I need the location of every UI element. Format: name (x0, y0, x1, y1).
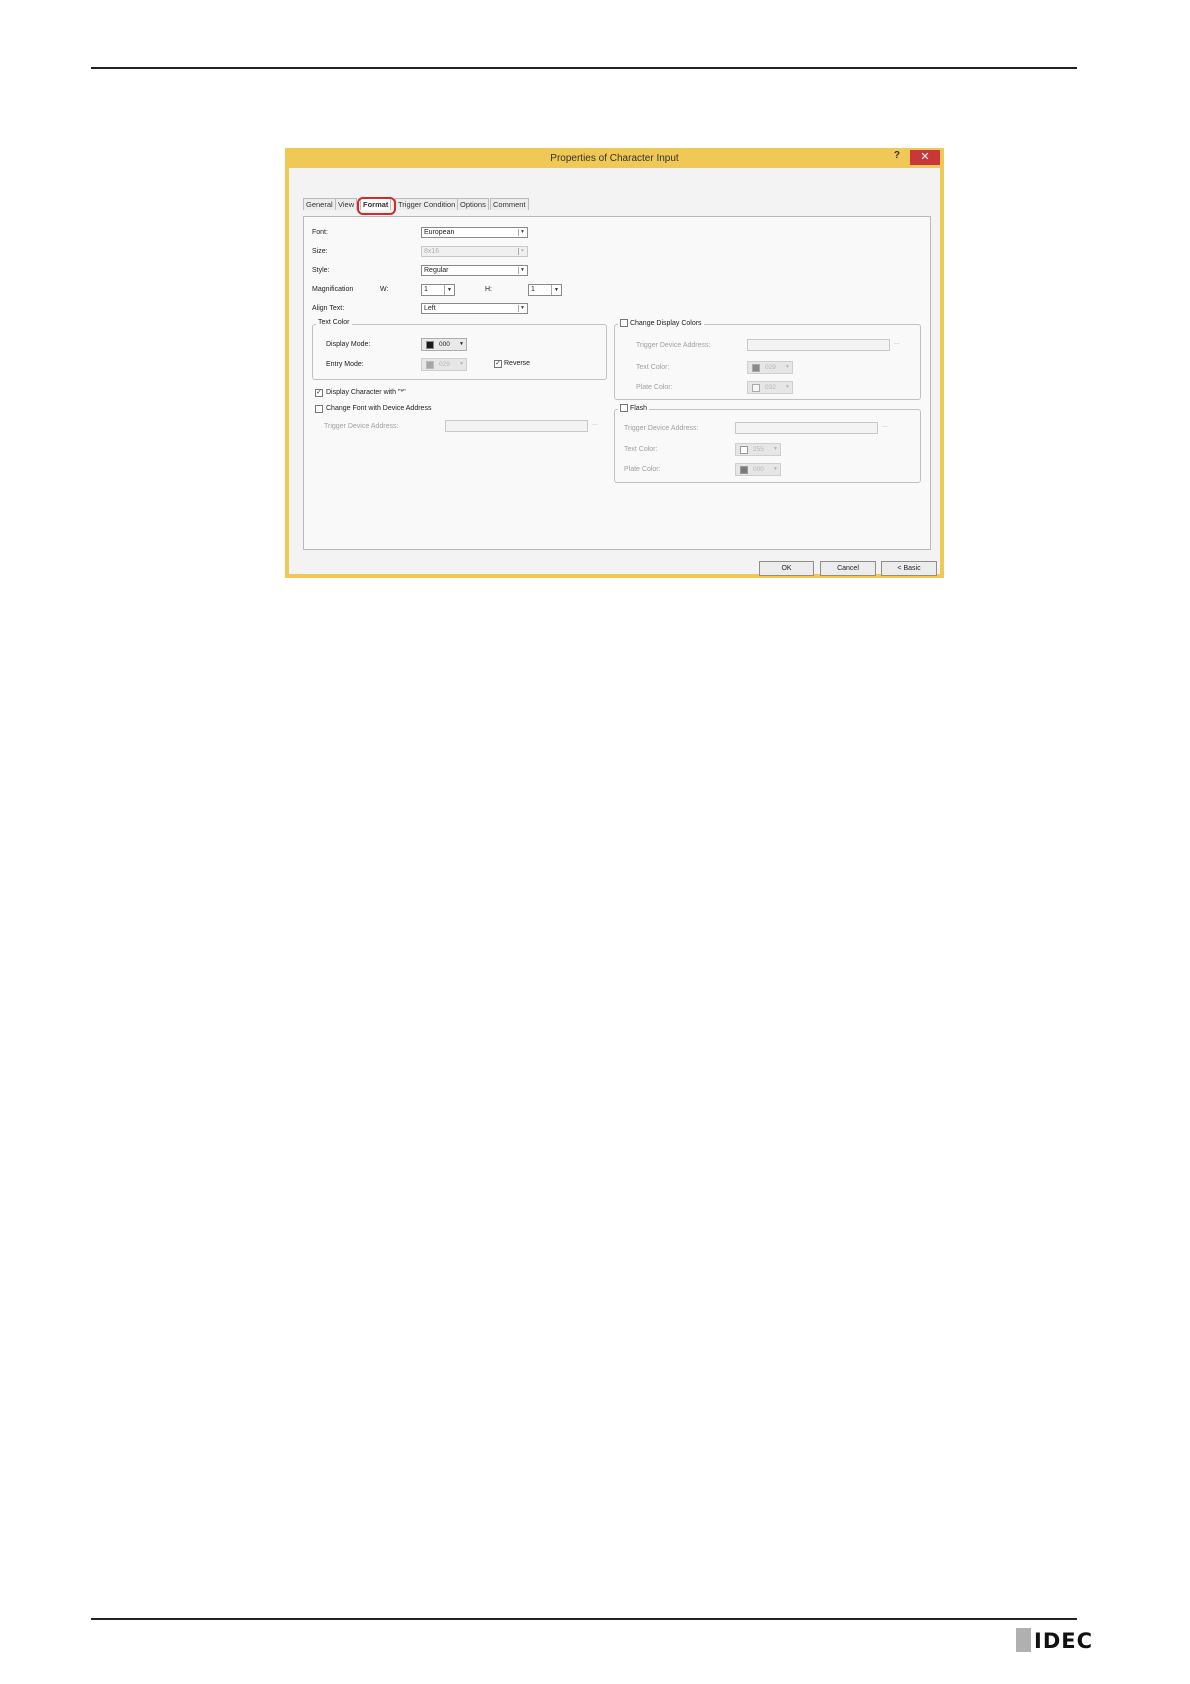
change-font-trigger-label: Trigger Device Address: (324, 423, 399, 430)
flash-plate-color-label: Plate Color: (624, 466, 661, 473)
ok-button[interactable]: OK (759, 561, 814, 576)
w-label: W: (380, 286, 389, 293)
display-char-checkbox[interactable]: ✓ (315, 389, 323, 397)
dialog-client-area: General View Format Trigger Condition Op… (289, 168, 940, 576)
chevron-down-icon: ▼ (518, 229, 526, 236)
chevron-down-icon: ▼ (518, 305, 526, 312)
help-button[interactable]: ? (894, 150, 900, 161)
display-mode-color-button[interactable]: 000 ▼ (421, 338, 467, 351)
display-mode-swatch (426, 341, 434, 349)
change-colors-trigger-label: Trigger Device Address: (636, 342, 711, 349)
tab-trigger-condition[interactable]: Trigger Condition (395, 198, 459, 210)
close-button[interactable]: ✕ (910, 150, 940, 165)
flash-trigger-label: Trigger Device Address: (624, 425, 699, 432)
tab-general[interactable]: General (303, 198, 336, 210)
change-colors-header: Change Display Colors (618, 319, 704, 327)
change-colors-plate-color-value: 032 (765, 384, 776, 391)
change-colors-plate-color-button: 032 ▼ (747, 381, 793, 394)
change-colors-checkbox[interactable] (620, 319, 628, 327)
text-color-title: Text Color (316, 319, 352, 326)
chevron-down-icon: ▼ (459, 341, 464, 347)
change-colors-text-color-value: 029 (765, 364, 776, 371)
cancel-button[interactable]: Cancel (820, 561, 876, 576)
h-stepper[interactable]: 1 ▼ (528, 284, 562, 296)
size-dropdown: 8x16 ▼ (421, 246, 528, 257)
change-font-browse-button: ... (592, 420, 598, 427)
change-colors-title: Change Display Colors (629, 319, 702, 327)
display-char-label: Display Character with "*" (326, 389, 406, 396)
change-font-label: Change Font with Device Address (326, 405, 432, 412)
logo-text: IDEC (1034, 1629, 1094, 1653)
change-colors-plate-swatch (752, 384, 760, 392)
flash-text-color-value: 255 (753, 446, 764, 453)
change-font-checkbox[interactable] (315, 405, 323, 413)
tab-view[interactable]: View (335, 198, 358, 210)
header-rule (91, 67, 1077, 69)
reverse-label: Reverse (504, 360, 531, 367)
flash-checkbox[interactable] (620, 404, 628, 412)
dialog-title: Properties of Character Input (550, 153, 679, 164)
chevron-down-icon: ▼ (785, 364, 790, 370)
align-text-dropdown[interactable]: Left ▼ (421, 303, 528, 314)
chevron-down-icon: ▼ (773, 446, 778, 452)
entry-mode-value: 029 (439, 361, 450, 368)
properties-dialog: Properties of Character Input ? ✕ Genera… (285, 148, 944, 578)
change-colors-text-swatch (752, 364, 760, 372)
flash-plate-swatch (740, 466, 748, 474)
flash-plate-color-button: 000 ▼ (735, 463, 781, 476)
style-label: Style: (312, 267, 330, 274)
chevron-down-icon: ▼ (518, 248, 526, 255)
change-colors-trigger-field (747, 339, 890, 351)
flash-plate-color-value: 000 (753, 466, 764, 473)
tab-options[interactable]: Options (457, 198, 489, 210)
entry-mode-label: Entry Mode: (326, 361, 364, 368)
font-dropdown[interactable]: European ▼ (421, 227, 528, 238)
w-stepper[interactable]: 1 ▼ (421, 284, 455, 296)
size-label: Size: (312, 248, 328, 255)
chevron-down-icon[interactable]: ▼ (444, 285, 454, 295)
font-value: European (424, 229, 455, 236)
change-colors-text-color-button: 029 ▼ (747, 361, 793, 374)
tab-format-highlight (357, 197, 396, 215)
flash-text-color-label: Text Color: (624, 446, 658, 453)
logo-mark (1016, 1628, 1031, 1652)
flash-title: Flash (629, 404, 648, 412)
chevron-down-icon: ▼ (459, 361, 464, 367)
basic-button[interactable]: < Basic (881, 561, 937, 576)
tab-comment[interactable]: Comment (490, 198, 529, 210)
h-label: H: (485, 286, 492, 293)
change-colors-plate-color-label: Plate Color: (636, 384, 673, 391)
flash-header: Flash (618, 404, 650, 412)
w-value: 1 (424, 286, 428, 293)
format-panel: Font: European ▼ Size: 8x16 ▼ Style: Regul… (303, 216, 931, 550)
flash-text-swatch (740, 446, 748, 454)
chevron-down-icon[interactable]: ▼ (551, 285, 561, 295)
style-value: Regular (424, 267, 449, 274)
flash-text-color-button: 255 ▼ (735, 443, 781, 456)
align-text-label: Align Text: (312, 305, 345, 312)
reverse-checkbox[interactable]: ✓ (494, 360, 502, 368)
change-colors-browse-button: ... (894, 339, 900, 346)
change-font-trigger-field (445, 420, 588, 432)
idec-logo: IDEC (1016, 1627, 1092, 1655)
h-value: 1 (531, 286, 535, 293)
footer-rule (91, 1618, 1077, 1620)
dialog-titlebar[interactable]: Properties of Character Input ? ✕ (285, 148, 944, 168)
size-value: 8x16 (424, 248, 440, 255)
flash-trigger-field (735, 422, 878, 434)
chevron-down-icon: ▼ (518, 267, 526, 274)
style-dropdown[interactable]: Regular ▼ (421, 265, 528, 276)
text-color-group (312, 324, 607, 380)
flash-browse-button: ... (882, 422, 888, 429)
entry-mode-color-button: 029 ▼ (421, 358, 467, 371)
change-colors-text-color-label: Text Color: (636, 364, 670, 371)
display-mode-label: Display Mode: (326, 341, 371, 348)
align-text-value: Left (424, 305, 436, 312)
display-mode-value: 000 (439, 341, 450, 348)
chevron-down-icon: ▼ (773, 466, 778, 472)
magnification-label: Magnification (312, 286, 354, 293)
chevron-down-icon: ▼ (785, 384, 790, 390)
entry-mode-swatch (426, 361, 434, 369)
font-label: Font: (312, 229, 328, 236)
